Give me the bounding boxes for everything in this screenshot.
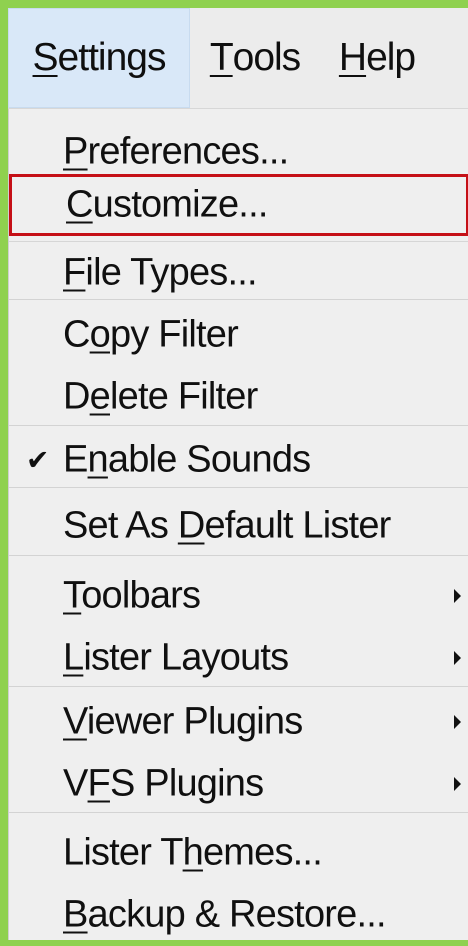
text: iewer Plugins [86, 700, 303, 743]
mnemonic-l: L [63, 636, 84, 679]
menu-item-label: Delete Filter [63, 375, 258, 419]
menu-help-label: elp [366, 36, 416, 79]
settings-dropdown-menu: Preferences... Customize... File Types..… [8, 109, 468, 940]
mnemonic-e: e [89, 375, 111, 418]
text-prefix: E [63, 438, 88, 481]
text: emes... [202, 831, 323, 874]
menu-help[interactable]: Help [326, 8, 428, 108]
mnemonic-o: o [89, 313, 111, 356]
text-prefix: Set As [63, 504, 178, 547]
menu-item-customize[interactable]: Customize... [9, 174, 468, 236]
text: ustomize... [92, 183, 269, 226]
text: ile Types... [85, 251, 257, 293]
menu-settings[interactable]: Settings [8, 8, 190, 108]
menu-tools-mnemonic: T [209, 36, 234, 79]
menu-settings-mnemonic: S [32, 36, 59, 79]
submenu-arrow-icon [454, 777, 461, 791]
text: S Plugins [109, 762, 264, 805]
menu-divider [9, 555, 468, 556]
submenu-arrow-icon [454, 651, 461, 665]
text: lete Filter [110, 375, 258, 418]
mnemonic-c: C [66, 183, 93, 226]
mnemonic-f: F [87, 762, 111, 805]
text: ackup & Restore... [87, 893, 387, 936]
menu-divider [9, 812, 468, 813]
menu-help-mnemonic: H [338, 36, 367, 79]
mnemonic-n: n [87, 438, 109, 481]
menu-item-label: Copy Filter [63, 313, 239, 357]
menu-item-vfs-plugins[interactable]: VFS Plugins [9, 753, 468, 815]
menu-tools[interactable]: Tools [196, 8, 314, 108]
mnemonic-f: F [63, 251, 86, 293]
mnemonic-d: D [177, 504, 205, 547]
mnemonic-h: h [182, 831, 204, 874]
menu-divider [9, 487, 468, 488]
menu-divider [9, 299, 468, 300]
menu-item-enable-sounds[interactable]: ✔ Enable Sounds [9, 429, 468, 491]
mnemonic-b: B [63, 893, 88, 936]
menu-item-label: VFS Plugins [63, 762, 264, 806]
menu-item-label: File Types... [63, 251, 258, 294]
text: ister Layouts [83, 636, 289, 679]
menu-item-label: Viewer Plugins [63, 700, 303, 744]
menu-item-backup-restore[interactable]: Backup & Restore... [9, 884, 468, 946]
menu-item-toolbars[interactable]: Toolbars [9, 565, 468, 627]
checkmark-icon: ✔ [26, 444, 50, 476]
menu-item-file-types[interactable]: File Types... [9, 241, 468, 303]
menu-bar: Settings Tools Help [8, 8, 468, 109]
menu-divider [9, 686, 468, 687]
submenu-arrow-icon [454, 589, 461, 603]
menu-item-lister-layouts[interactable]: Lister Layouts [9, 627, 468, 689]
text: able Sounds [107, 438, 311, 481]
text-prefix: Lister T [63, 831, 183, 874]
menu-item-label: Lister Themes... [63, 831, 323, 875]
menu-item-delete-filter[interactable]: Delete Filter [9, 366, 468, 428]
text: oolbars [81, 574, 201, 617]
text: efault Lister [204, 504, 391, 547]
mnemonic-p: P [63, 130, 88, 173]
screenshot-frame: Settings Tools Help Preferences... Custo… [0, 0, 468, 940]
menu-item-label: Lister Layouts [63, 636, 289, 680]
text-prefix: D [63, 375, 90, 418]
menu-settings-label: ettings [57, 36, 167, 79]
menu-item-label: Toolbars [63, 574, 201, 618]
menu-tools-label: ools [232, 36, 302, 79]
menu-item-lister-themes[interactable]: Lister Themes... [9, 822, 468, 884]
menu-item-label: Set As Default Lister [63, 505, 391, 548]
menu-item-label: Backup & Restore... [63, 893, 387, 937]
menu-item-copy-filter[interactable]: Copy Filter [9, 304, 468, 366]
menu-item-label: Enable Sounds [63, 438, 311, 482]
text: py Filter [110, 313, 239, 356]
menu-item-label: Preferences... [63, 130, 290, 174]
menu-item-label: Customize... [66, 184, 268, 227]
menu-item-set-as-default-lister[interactable]: Set As Default Lister [9, 495, 468, 557]
text-prefix: C [63, 313, 90, 356]
submenu-arrow-icon [454, 715, 461, 729]
text: references... [87, 130, 290, 173]
menu-item-viewer-plugins[interactable]: Viewer Plugins [9, 691, 468, 753]
menu-divider [9, 425, 468, 426]
mnemonic-t: T [63, 574, 82, 617]
mnemonic-v: V [63, 700, 88, 743]
text-prefix: V [63, 762, 88, 805]
